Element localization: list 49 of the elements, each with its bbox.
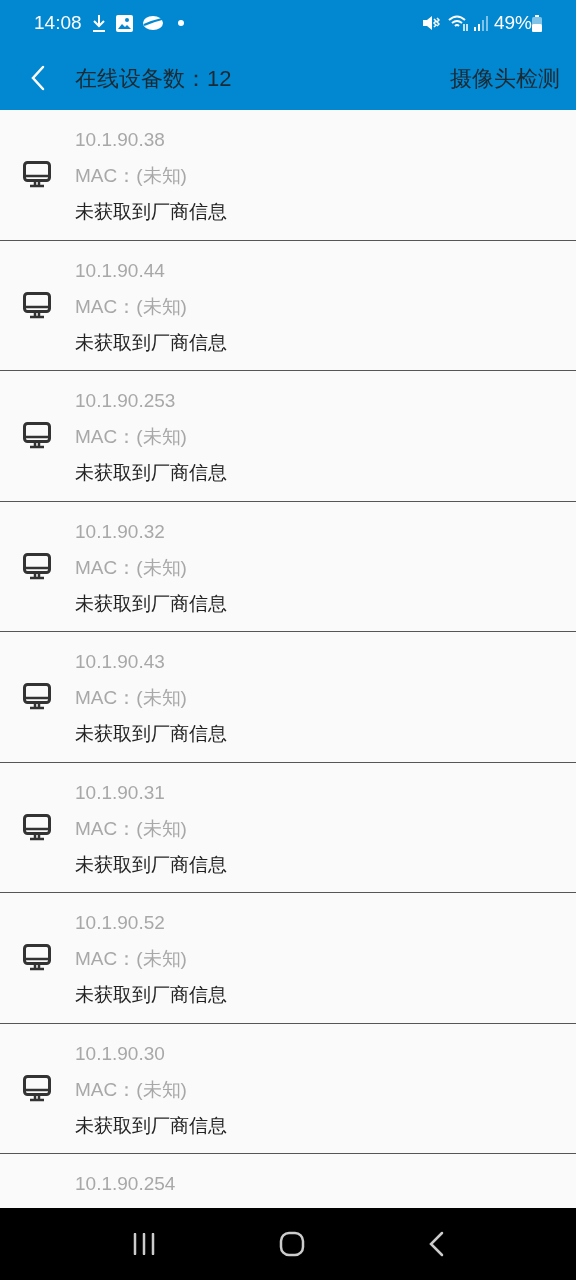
recent-apps-button[interactable] [131, 1233, 156, 1255]
ip-address: 10.1.90.32 [75, 519, 166, 544]
download-icon [91, 14, 106, 32]
monitor-icon [22, 1074, 51, 1102]
mac-address: MAC：(未知) [75, 555, 188, 580]
mute-icon [421, 15, 440, 31]
battery-icon [532, 14, 542, 32]
monitor-icon [22, 161, 51, 189]
vendor-info: 未获取到厂商信息 [75, 200, 227, 224]
camera-detect-button[interactable]: 摄像头检测 [450, 61, 560, 95]
monitor-icon [22, 422, 51, 450]
mac-address: MAC：(未知) [75, 164, 188, 188]
chevron-left-icon [31, 65, 45, 91]
status-time: 14:08 [34, 10, 82, 35]
monitor-icon [22, 683, 51, 711]
app-bar-title: 在线设备数：12 [75, 64, 232, 93]
back-nav-button[interactable] [428, 1231, 445, 1257]
monitor-icon [22, 813, 51, 841]
vendor-info: 未获取到厂商信息 [75, 983, 227, 1007]
mac-address: MAC：(未知) [75, 294, 188, 319]
home-button[interactable] [279, 1231, 305, 1257]
ip-address: 10.1.90.31 [75, 780, 166, 805]
mac-address: MAC：(未知) [75, 686, 188, 710]
ip-address: 10.1.90.38 [75, 128, 166, 152]
vendor-info: 未获取到厂商信息 [75, 591, 227, 616]
planet-icon [141, 15, 164, 31]
monitor-icon [22, 944, 51, 972]
vendor-info: 未获取到厂商信息 [75, 461, 227, 485]
mac-address: MAC：(未知) [75, 947, 188, 971]
monitor-icon [22, 552, 51, 580]
mac-address: MAC：(未知) [75, 1077, 188, 1102]
monitor-icon [22, 291, 51, 319]
mac-address: MAC：(未知) [75, 816, 188, 841]
signal-icon [473, 15, 488, 31]
vendor-info: 未获取到厂商信息 [75, 722, 227, 746]
vendor-info: 未获取到厂商信息 [75, 330, 227, 355]
dot-icon [177, 20, 184, 26]
ip-address: 10.1.90.52 [75, 911, 166, 935]
vendor-info: 未获取到厂商信息 [75, 852, 227, 877]
ip-address: 10.1.90.43 [75, 650, 166, 674]
mac-address: MAC：(未知) [75, 425, 188, 449]
wifi-icon [447, 14, 470, 32]
image-icon [115, 14, 133, 32]
vendor-info: 未获取到厂商信息 [75, 1113, 227, 1138]
ip-address: 10.1.90.254 [75, 1172, 176, 1196]
battery-percent: 49% [493, 10, 532, 35]
ip-address: 10.1.90.30 [75, 1041, 166, 1066]
ip-address: 10.1.90.253 [75, 389, 177, 413]
ip-address: 10.1.90.44 [75, 258, 166, 283]
